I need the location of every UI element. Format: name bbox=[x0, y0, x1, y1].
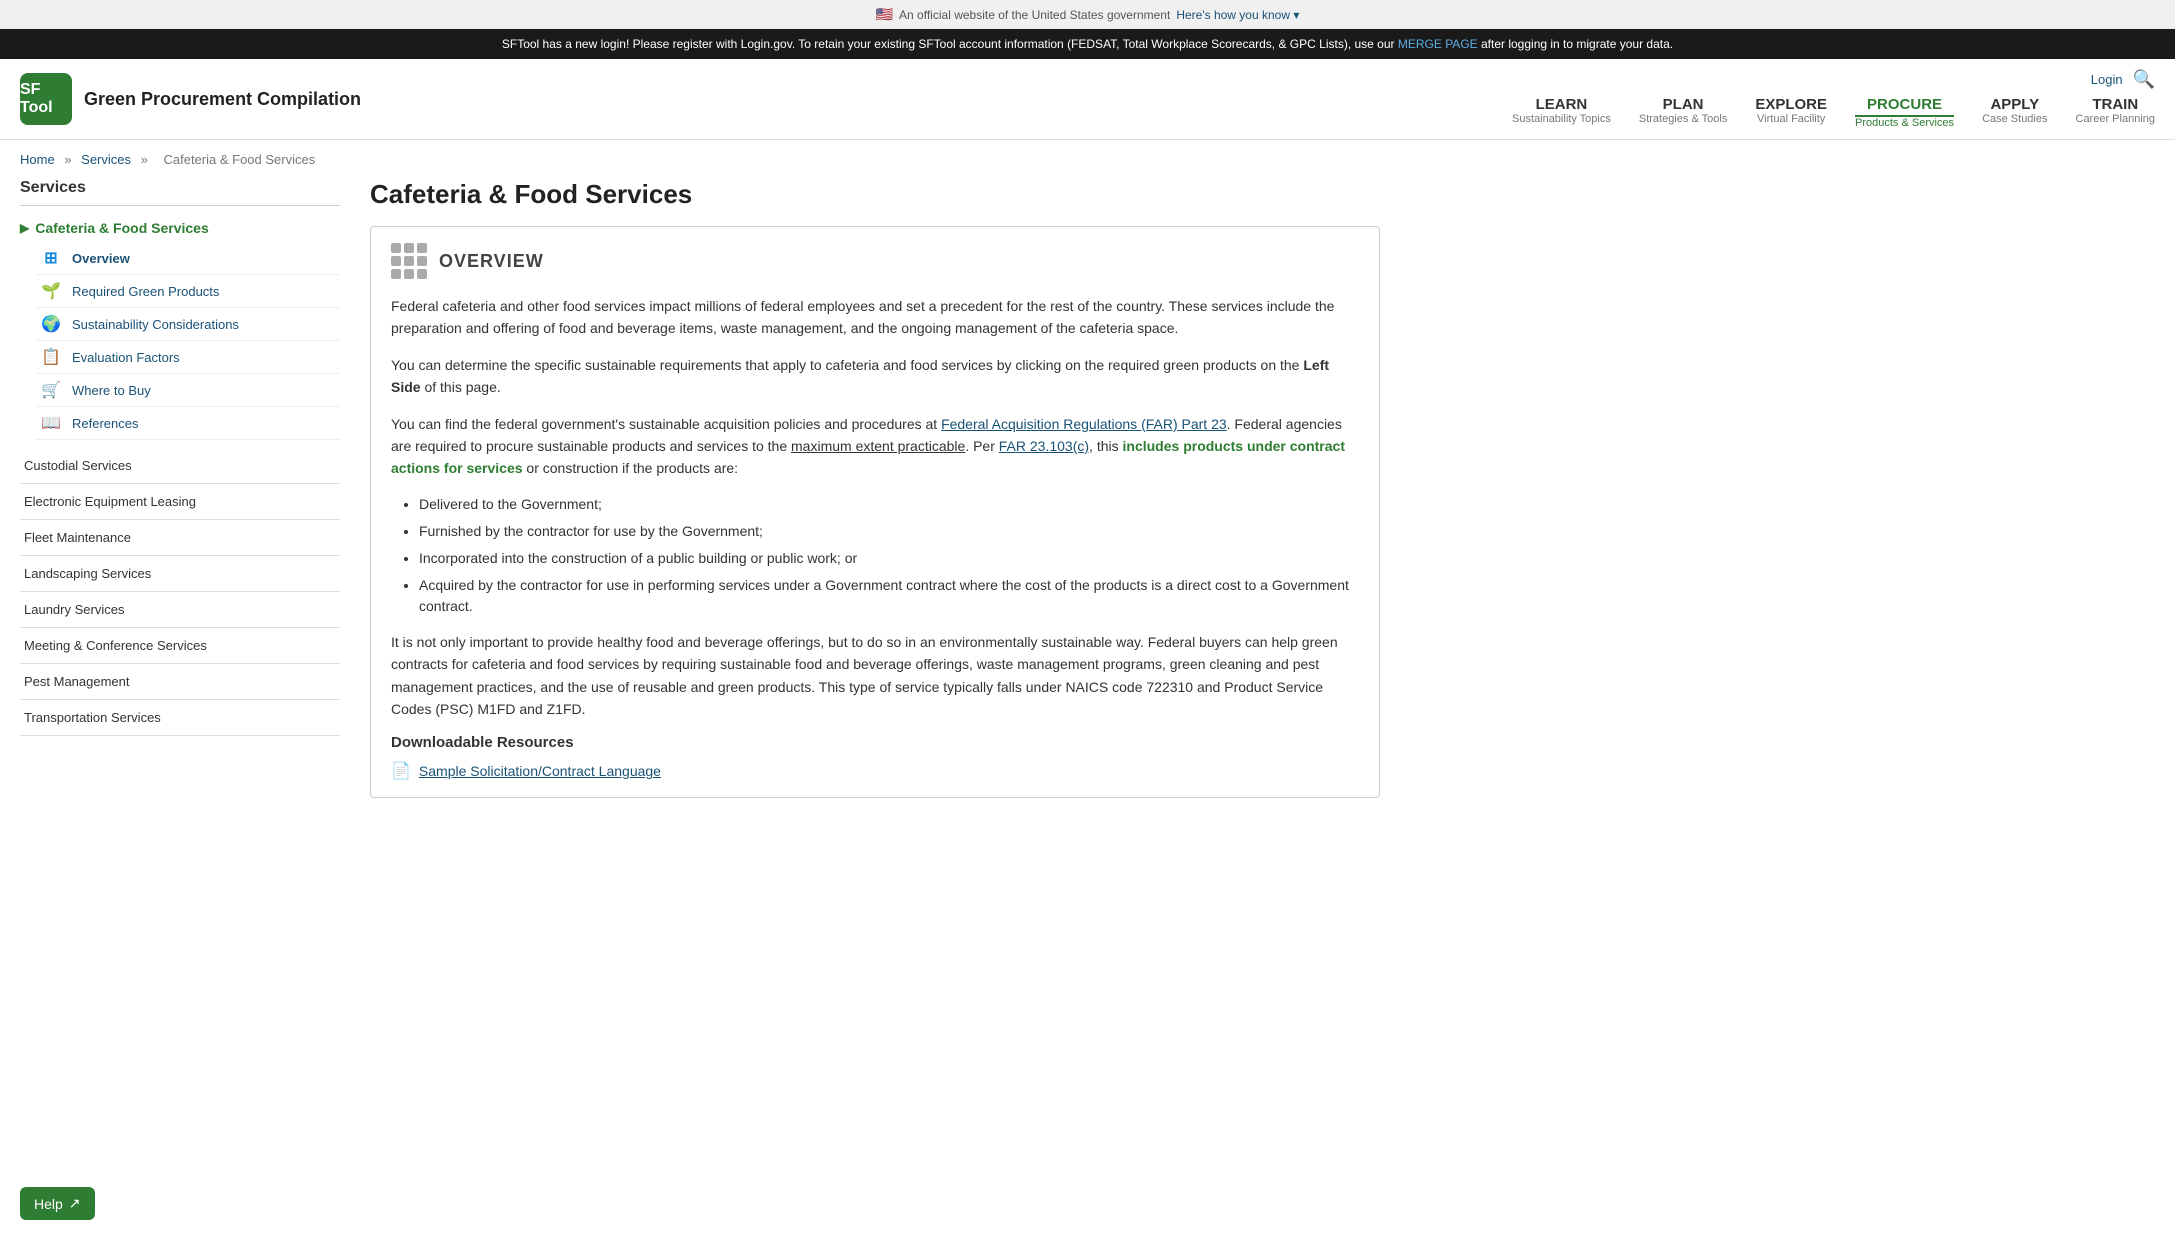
main-content: Cafeteria & Food Services OVERVIEW Feder… bbox=[370, 179, 1380, 818]
sidebar-item-laundry[interactable]: Laundry Services bbox=[20, 592, 340, 628]
sidebar-item-custodial[interactable]: Custodial Services bbox=[20, 448, 340, 484]
sidebar-item-pest[interactable]: Pest Management bbox=[20, 664, 340, 700]
content-para-1: Federal cafeteria and other food service… bbox=[391, 295, 1359, 340]
search-icon[interactable]: 🔍 bbox=[2133, 69, 2155, 90]
nav-item-train[interactable]: TRAIN Career Planning bbox=[2076, 96, 2156, 129]
sidebar-item-fleet[interactable]: Fleet Maintenance bbox=[20, 520, 340, 556]
site-logo[interactable]: SF Tool bbox=[20, 73, 72, 125]
references-icon: 📖 bbox=[40, 413, 62, 433]
sidebar-item-sustainability[interactable]: 🌍 Sustainability Considerations bbox=[36, 308, 340, 341]
far-link[interactable]: Federal Acquisition Regulations (FAR) Pa… bbox=[941, 416, 1227, 432]
content-para-4: It is not only important to provide heal… bbox=[391, 631, 1359, 721]
login-search-row: Login 🔍 bbox=[2091, 69, 2155, 90]
bullet-list: Delivered to the Government; Furnished b… bbox=[391, 494, 1359, 617]
alert-text1: SFTool has a new login! Please register … bbox=[502, 37, 1395, 51]
help-label: Help bbox=[34, 1196, 63, 1212]
overview-grid-icon bbox=[391, 243, 427, 279]
main-nav: LEARN Sustainability Topics PLAN Strateg… bbox=[1512, 96, 2155, 129]
sidebar: Services ▶ Cafeteria & Food Services ⊞ O… bbox=[20, 179, 340, 818]
bullet-item: Acquired by the contractor for use in pe… bbox=[419, 575, 1359, 617]
page-layout: Services ▶ Cafeteria & Food Services ⊞ O… bbox=[0, 179, 1400, 858]
sidebar-item-landscaping[interactable]: Landscaping Services bbox=[20, 556, 340, 592]
how-you-know-link[interactable]: Here's how you know ▾ bbox=[1176, 8, 1299, 22]
breadcrumb: Home » Services » Cafeteria & Food Servi… bbox=[0, 140, 2175, 179]
sidebar-item-meeting[interactable]: Meeting & Conference Services bbox=[20, 628, 340, 664]
breadcrumb-current: Cafeteria & Food Services bbox=[163, 152, 315, 167]
sidebar-item-required-green[interactable]: 🌱 Required Green Products bbox=[36, 275, 340, 308]
sidebar-other-items: Custodial Services Electronic Equipment … bbox=[20, 448, 340, 736]
sidebar-section-label: Cafeteria & Food Services bbox=[35, 220, 209, 236]
merge-page-link[interactable]: MERGE PAGE bbox=[1398, 37, 1478, 51]
far-23103c-link[interactable]: FAR 23.103(c) bbox=[999, 438, 1089, 454]
evaluation-icon: 📋 bbox=[40, 347, 62, 367]
nav-item-procure[interactable]: PROCURE Products & Services bbox=[1855, 96, 1954, 129]
sidebar-item-evaluation[interactable]: 📋 Evaluation Factors bbox=[36, 341, 340, 374]
login-link[interactable]: Login bbox=[2091, 72, 2123, 87]
breadcrumb-services[interactable]: Services bbox=[81, 152, 131, 167]
section-arrow: ▶ bbox=[20, 221, 29, 235]
sidebar-item-overview[interactable]: ⊞ Overview bbox=[36, 242, 340, 275]
overview-box: OVERVIEW Federal cafeteria and other foo… bbox=[370, 226, 1380, 798]
downloadable-heading: Downloadable Resources bbox=[391, 734, 1359, 751]
alert-banner: SFTool has a new login! Please register … bbox=[0, 29, 2175, 59]
bullet-item: Incorporated into the construction of a … bbox=[419, 548, 1359, 569]
help-button[interactable]: Help ↗ bbox=[20, 1187, 95, 1220]
nav-item-learn[interactable]: LEARN Sustainability Topics bbox=[1512, 96, 1611, 129]
sidebar-item-electronic[interactable]: Electronic Equipment Leasing bbox=[20, 484, 340, 520]
sidebar-item-where-to-buy[interactable]: 🛒 Where to Buy bbox=[36, 374, 340, 407]
breadcrumb-home[interactable]: Home bbox=[20, 152, 55, 167]
alert-text2: after logging in to migrate your data. bbox=[1481, 37, 1673, 51]
resource-item-solicitation[interactable]: 📄 Sample Solicitation/Contract Language bbox=[391, 761, 1359, 781]
help-external-icon: ↗ bbox=[69, 1195, 81, 1212]
content-para-3: You can find the federal government's su… bbox=[391, 413, 1359, 480]
nav-item-plan[interactable]: PLAN Strategies & Tools bbox=[1639, 96, 1727, 129]
header: SF Tool Green Procurement Compilation Lo… bbox=[0, 59, 2175, 140]
nav-item-apply[interactable]: APPLY Case Studies bbox=[1982, 96, 2047, 129]
bullet-item: Furnished by the contractor for use by t… bbox=[419, 521, 1359, 542]
overview-header: OVERVIEW bbox=[391, 243, 1359, 279]
sidebar-title: Services bbox=[20, 179, 340, 206]
overview-icon: ⊞ bbox=[40, 248, 62, 268]
gov-banner-text: An official website of the United States… bbox=[899, 8, 1170, 22]
resource-link[interactable]: Sample Solicitation/Contract Language bbox=[419, 763, 661, 779]
sidebar-item-transportation[interactable]: Transportation Services bbox=[20, 700, 340, 736]
logo-wrap: SF Tool Green Procurement Compilation bbox=[20, 73, 361, 125]
us-flag: 🇺🇸 bbox=[876, 6, 893, 23]
bullet-item: Delivered to the Government; bbox=[419, 494, 1359, 515]
page-title: Cafeteria & Food Services bbox=[370, 179, 1380, 210]
sidebar-sub-items: ⊞ Overview 🌱 Required Green Products 🌍 S… bbox=[20, 242, 340, 440]
sidebar-item-references[interactable]: 📖 References bbox=[36, 407, 340, 440]
gov-banner: 🇺🇸 An official website of the United Sta… bbox=[0, 0, 2175, 29]
nav-item-explore[interactable]: EXPLORE Virtual Facility bbox=[1755, 96, 1827, 129]
sidebar-active-section[interactable]: ▶ Cafeteria & Food Services bbox=[20, 214, 340, 242]
green-products-icon: 🌱 bbox=[40, 281, 62, 301]
sustainability-icon: 🌍 bbox=[40, 314, 62, 334]
site-title: Green Procurement Compilation bbox=[84, 89, 361, 110]
content-para-2: You can determine the specific sustainab… bbox=[391, 354, 1359, 399]
file-icon: 📄 bbox=[391, 761, 411, 781]
where-to-buy-icon: 🛒 bbox=[40, 380, 62, 400]
overview-title: OVERVIEW bbox=[439, 251, 544, 272]
header-nav-right: Login 🔍 LEARN Sustainability Topics PLAN… bbox=[1512, 69, 2155, 129]
